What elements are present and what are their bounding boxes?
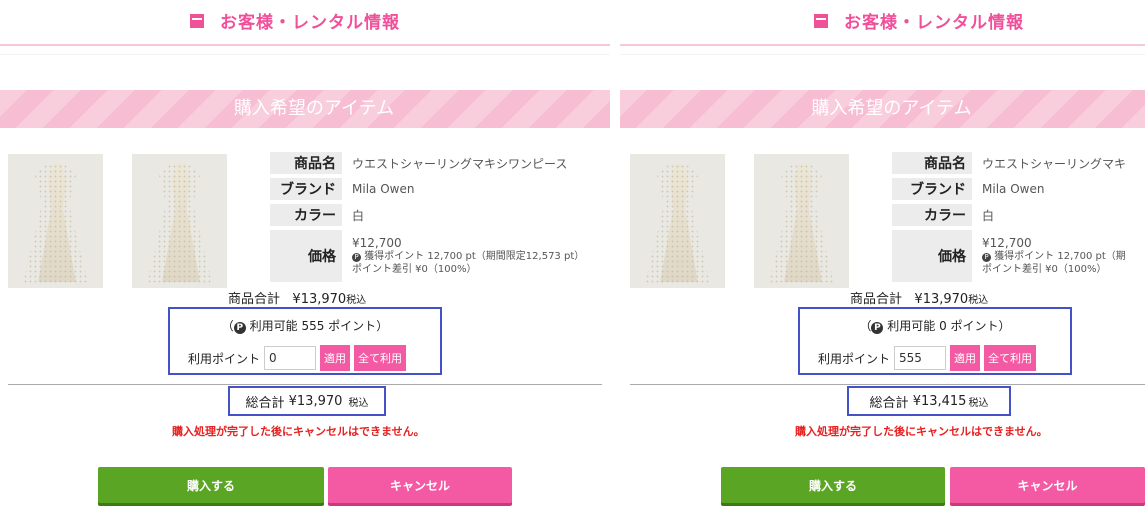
point-icon: P bbox=[982, 253, 991, 262]
available-points: 利用可能 0 ポイント bbox=[887, 319, 999, 333]
total-label: 総合計 bbox=[245, 395, 285, 411]
checkout-panel-before: お客様・レンタル情報 購入希望のアイテム 商品名 ウエストシャーリングマキシワン… bbox=[0, 0, 610, 515]
banner-title: 購入希望のアイテム bbox=[233, 98, 395, 119]
color-label: カラー bbox=[270, 204, 342, 226]
customer-rental-header: お客様・レンタル情報 bbox=[0, 0, 610, 55]
point-discount: ポイント差引 ¥0（100%） bbox=[352, 264, 477, 275]
product-info-table: 商品名 ウエストシャーリングマキシワンピース ブランド Mila Owen カラ… bbox=[270, 148, 584, 286]
use-all-points-button[interactable]: 全て利用 bbox=[984, 345, 1037, 371]
apply-points-button[interactable]: 適用 bbox=[950, 345, 981, 371]
divider bbox=[8, 384, 602, 385]
header-title: お客様・レンタル情報 bbox=[844, 13, 1024, 33]
product-image-back[interactable] bbox=[132, 154, 227, 288]
purchase-items-banner: 購入希望のアイテム bbox=[0, 90, 610, 128]
grand-total: 総合計 ¥13,970 税込 bbox=[228, 386, 386, 416]
checkout-panel-after: お客様・レンタル情報 購入希望のアイテム 商品名 ウエストシャーリングマキ ブラ… bbox=[620, 0, 1145, 515]
subtotal-label: 商品合計 bbox=[228, 292, 281, 307]
brand-label: ブランド bbox=[270, 178, 342, 200]
points-input[interactable] bbox=[894, 346, 947, 370]
point-discount: ポイント差引 ¥0（100%） bbox=[982, 264, 1107, 275]
product-price: ¥12,700 bbox=[352, 236, 402, 250]
subtotal: 商品合計 ¥13,970税込 bbox=[850, 288, 988, 307]
tax-incl-label: 税込 bbox=[346, 295, 367, 306]
apply-points-button[interactable]: 適用 bbox=[320, 345, 351, 371]
grand-total: 総合計 ¥13,415 税込 bbox=[847, 386, 1011, 416]
total-value: ¥13,970 bbox=[288, 393, 343, 409]
available-points: 利用可能 555 ポイント bbox=[249, 319, 377, 333]
price-label: 価格 bbox=[892, 230, 972, 282]
tax-incl-label: 税込 bbox=[348, 397, 369, 409]
brand-label: ブランド bbox=[892, 178, 972, 200]
cancel-button[interactable]: キャンセル bbox=[950, 467, 1145, 503]
banner-title: 購入希望のアイテム bbox=[811, 98, 972, 119]
product-name: ウエストシャーリングマキ bbox=[982, 156, 1127, 171]
product-brand: Mila Owen bbox=[982, 182, 1045, 196]
customer-rental-header: お客様・レンタル情報 bbox=[620, 0, 1145, 55]
buy-button[interactable]: 購入する bbox=[98, 467, 324, 503]
name-label: 商品名 bbox=[270, 152, 342, 174]
point-icon: P bbox=[352, 253, 361, 262]
buy-button[interactable]: 購入する bbox=[721, 467, 945, 503]
divider bbox=[630, 384, 1145, 385]
product-info-table: 商品名 ウエストシャーリングマキ ブランド Mila Owen カラー 白 価格… bbox=[892, 148, 1126, 286]
subtotal-label: 商品合計 bbox=[850, 292, 903, 307]
product-name: ウエストシャーリングマキシワンピース bbox=[352, 156, 568, 171]
product-price: ¥12,700 bbox=[982, 236, 1032, 250]
use-points-label: 利用ポイント bbox=[818, 351, 891, 366]
product-image-front[interactable] bbox=[630, 154, 725, 288]
points-box: （P 利用可能 555 ポイント） 利用ポイント 適用 全て利用 bbox=[168, 307, 442, 375]
product-brand: Mila Owen bbox=[352, 182, 415, 196]
info-card-icon bbox=[814, 13, 828, 28]
subtotal: 商品合計 ¥13,970税込 bbox=[228, 288, 366, 307]
point-icon: P bbox=[233, 322, 246, 334]
total-label: 総合計 bbox=[869, 395, 909, 411]
use-all-points-button[interactable]: 全て利用 bbox=[354, 345, 407, 371]
name-label: 商品名 bbox=[892, 152, 972, 174]
price-label: 価格 bbox=[270, 230, 342, 282]
points-box: （P 利用可能 0 ポイント） 利用ポイント 適用 全て利用 bbox=[798, 307, 1072, 375]
points-earned: 獲得ポイント 12,700 pt（期 bbox=[994, 251, 1126, 262]
product-image-back[interactable] bbox=[754, 154, 849, 288]
product-color: 白 bbox=[352, 208, 365, 223]
total-value: ¥13,415 bbox=[912, 393, 967, 409]
purchase-items-banner: 購入希望のアイテム bbox=[620, 90, 1145, 128]
color-label: カラー bbox=[892, 204, 972, 226]
point-icon: P bbox=[871, 322, 884, 334]
use-points-label: 利用ポイント bbox=[188, 351, 261, 366]
subtotal-value: ¥13,970 bbox=[292, 292, 347, 307]
tax-incl-label: 税込 bbox=[968, 295, 989, 306]
header-title: お客様・レンタル情報 bbox=[220, 13, 400, 33]
cancel-warning: 購入処理が完了した後にキャンセルはできません。 bbox=[795, 425, 1048, 438]
cancel-warning: 購入処理が完了した後にキャンセルはできません。 bbox=[172, 425, 425, 438]
tax-incl-label: 税込 bbox=[968, 397, 989, 409]
points-earned: 獲得ポイント 12,700 pt（期間限定12,573 pt） bbox=[364, 251, 585, 262]
info-card-icon bbox=[190, 13, 204, 28]
cancel-button[interactable]: キャンセル bbox=[328, 467, 512, 503]
product-image-front[interactable] bbox=[8, 154, 103, 288]
subtotal-value: ¥13,970 bbox=[914, 292, 969, 307]
points-input[interactable] bbox=[264, 346, 317, 370]
product-color: 白 bbox=[982, 208, 995, 223]
